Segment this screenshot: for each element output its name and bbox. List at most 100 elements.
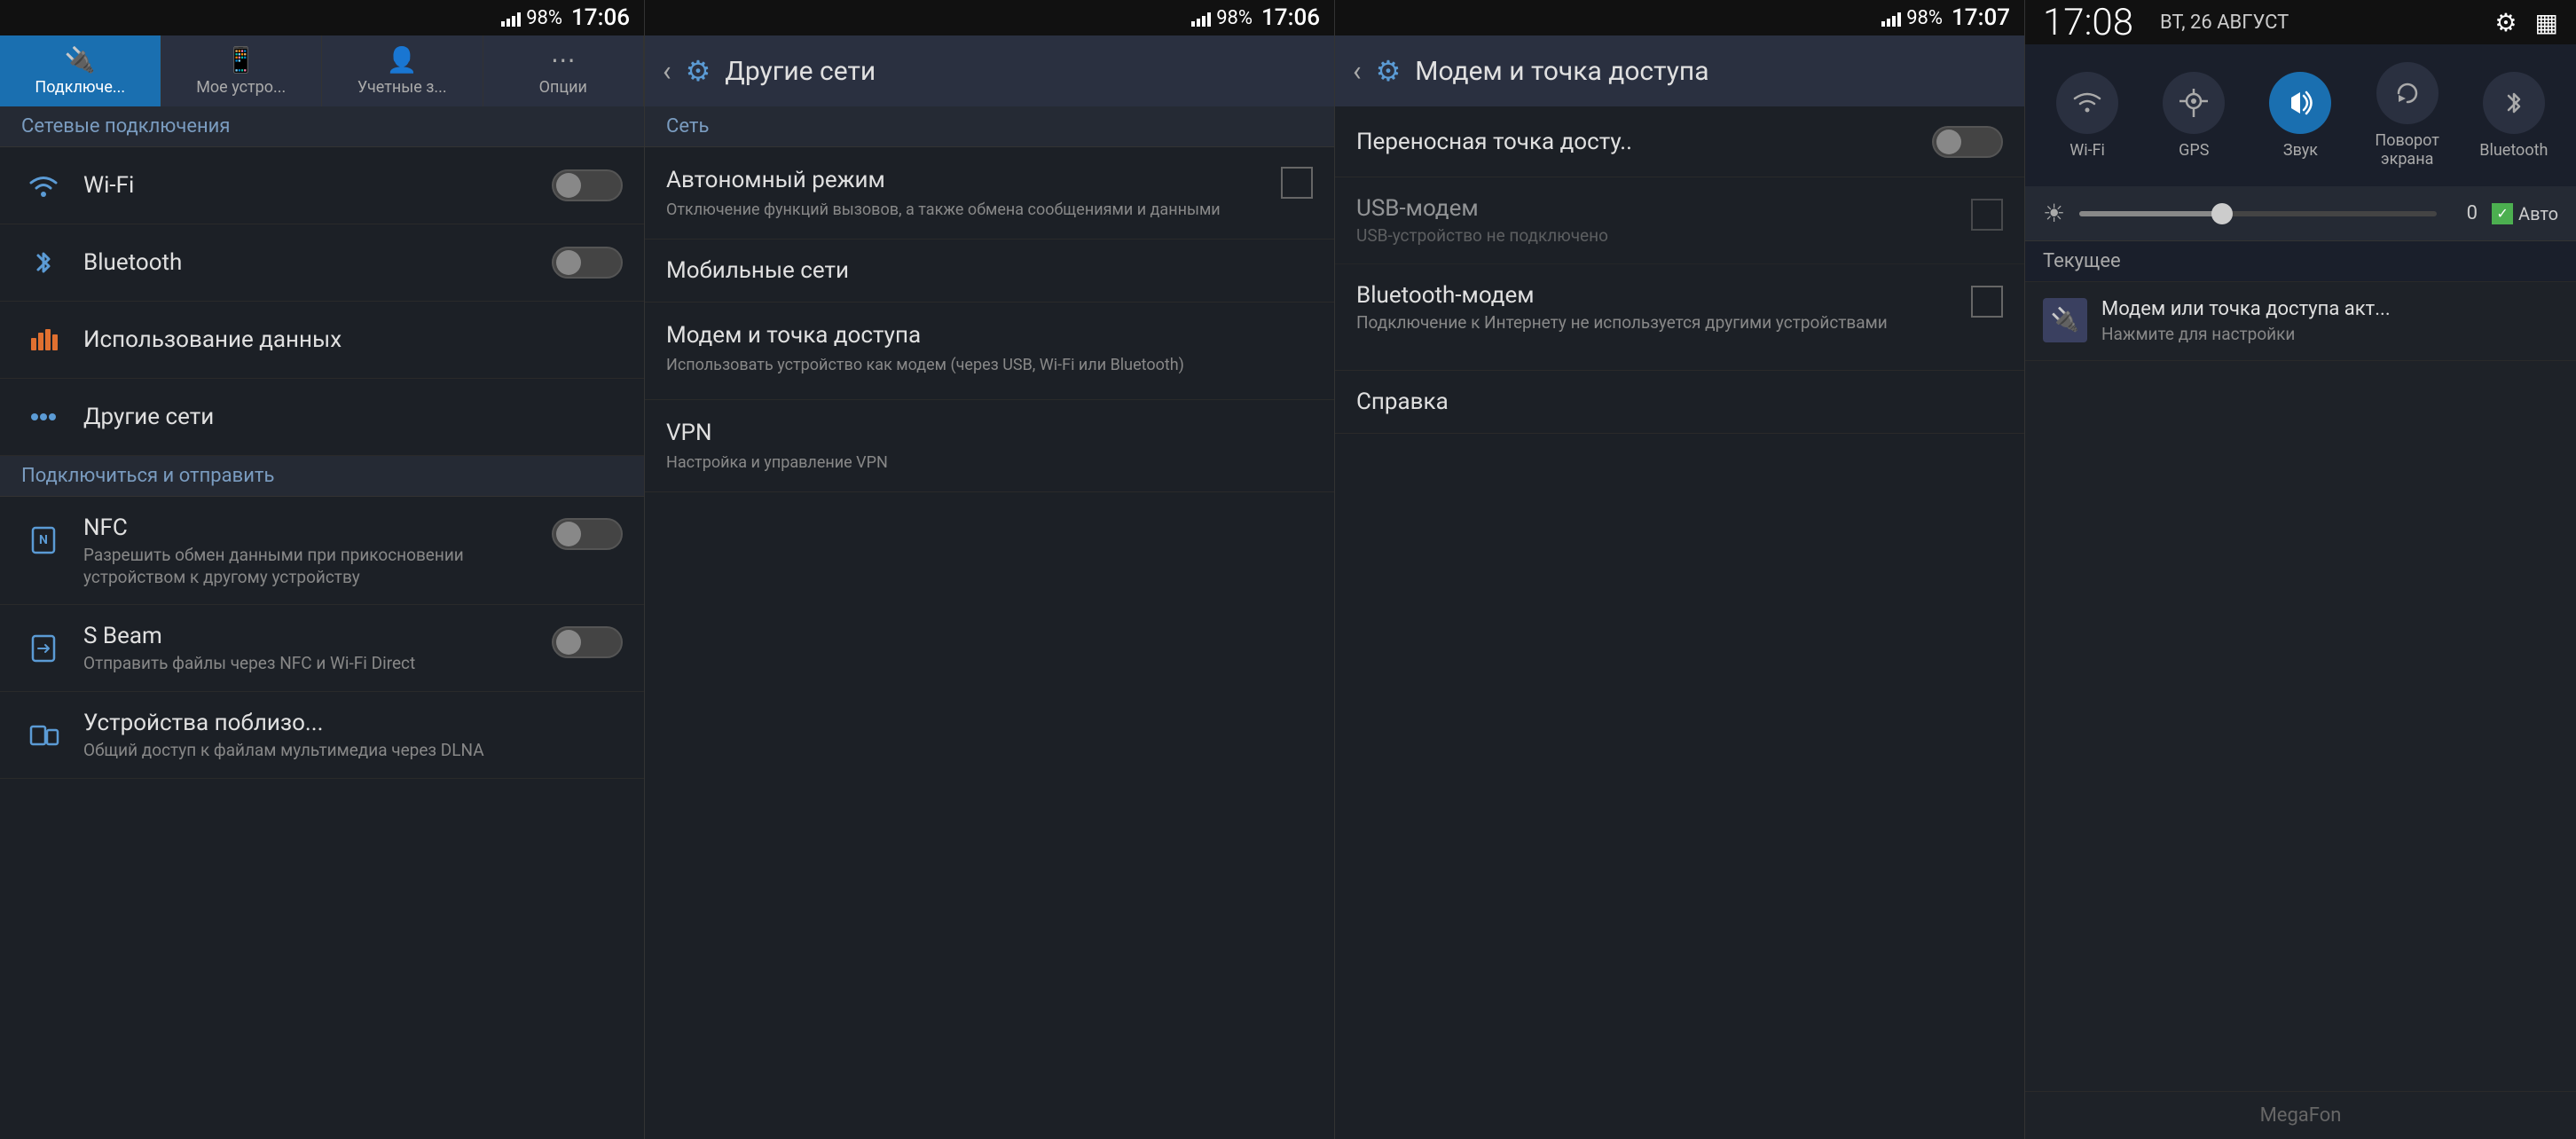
brightness-icon: ☀ [2043,199,2065,228]
setting-bt-modem[interactable]: Bluetooth-модем Подключение к Интернету … [1335,264,2024,371]
usb-modem-checkbox[interactable] [1971,199,2003,231]
time-2: 17:06 [1261,4,1320,31]
signal-icon-2 [1191,9,1211,27]
modem-subtitle: Использовать устройство как модем (через… [666,354,1313,376]
notif-modem-content: Модем или точка доступа акт... Нажмите д… [2101,298,2558,344]
setting-data-usage[interactable]: Использование данных [0,302,644,379]
quick-gps-icon [2163,72,2225,134]
setting-usb-modem[interactable]: USB-модем USB-устройство не подключено [1335,177,2024,264]
tab-options[interactable]: ⋯ Опции [483,35,645,106]
status-icons-2: 98% [1191,7,1253,29]
data-usage-icon [21,318,66,362]
sbeam-toggle-knob [556,630,581,655]
setting-other-networks[interactable]: Другие сети [0,379,644,456]
list-item-mobile[interactable]: Мобильные сети [645,240,1334,302]
wifi-text: Wi-Fi [83,172,552,199]
panel-modem-hotspot: 98% 17:07 ‹ ⚙ Модем и точка доступа Пере… [1334,0,2024,1139]
hotspot-toggle-knob [1936,130,1961,154]
airplane-checkbox[interactable] [1281,167,1313,199]
tab-connections[interactable]: 🔌 Подключе... [0,35,161,106]
panel3-header: ‹ ⚙ Модем и точка доступа [1335,35,2024,106]
status-icons-3: 98% [1881,7,1943,29]
accounts-icon: 👤 [387,45,418,75]
list-item-airplane[interactable]: Автономный режим Отключение функций вызо… [645,147,1334,240]
back-arrow-3[interactable]: ‹ [1353,54,1362,88]
nearby-text: Устройства поблизо... Общий доступ к фай… [83,710,623,762]
setting-sbeam[interactable]: S Beam Отправить файлы через NFC и Wi-Fi… [0,605,644,692]
quick-tile-bluetooth[interactable]: Bluetooth [2470,72,2558,160]
airplane-subtitle: Отключение функций вызовов, а также обме… [666,199,1281,221]
panel2-title: Другие сети [725,56,876,87]
setting-hotspot[interactable]: Переносная точка досту.. [1335,106,2024,177]
nearby-icon [21,713,66,758]
setting-nfc[interactable]: N NFC Разрешить обмен данными при прикос… [0,497,644,605]
nfc-subtitle: Разрешить обмен данными при прикосновени… [83,545,552,588]
usb-modem-title: USB-модем [1356,195,1971,222]
setting-bluetooth[interactable]: Bluetooth [0,224,644,302]
mobile-content: Мобильные сети [666,257,1313,284]
nfc-toggle-knob [556,522,581,546]
carrier-bar: MegaFon [2025,1091,2576,1139]
brightness-thumb[interactable] [2211,203,2233,224]
bt-modem-checkbox[interactable] [1971,286,2003,318]
list-item-modem[interactable]: Модем и точка доступа Использовать устро… [645,302,1334,400]
mydevice-icon: 📱 [225,45,256,75]
bluetooth-toggle[interactable] [552,247,623,279]
hotspot-text: Переносная точка досту.. [1356,129,1932,155]
panel3-list: Переносная точка досту.. USB-модем USB-у… [1335,106,2024,1139]
hotspot-title: Переносная точка досту.. [1356,129,1932,155]
tab-accounts-label: Учетные з... [357,78,447,97]
connections-icon: 🔌 [65,45,96,75]
nearby-title: Устройства поблизо... [83,710,623,736]
bluetooth-title: Bluetooth [83,249,552,276]
brightness-fill [2079,211,2222,216]
status-bar-3: 98% 17:07 [1335,0,2024,35]
panel4-status: 17:08 ВТ, 26 АВГУСТ ⚙ ▦ [2025,0,2576,44]
notification-section-header: Текущее [2025,241,2576,282]
panel4-date: ВТ, 26 АВГУСТ [2160,12,2289,34]
tab-options-label: Опции [539,78,587,97]
panel4-status-icons: ⚙ ▦ [2494,8,2558,37]
signal-icon [501,9,521,27]
notif-usb-icon: 🔌 [2043,298,2087,342]
panel4-time: 17:08 [2043,1,2133,44]
wifi-toggle[interactable] [552,169,623,201]
notif-modem-title: Модем или точка доступа акт... [2101,298,2558,320]
sbeam-toggle[interactable] [552,626,623,658]
grid-icon[interactable]: ▦ [2535,8,2558,37]
data-usage-title: Использование данных [83,326,623,353]
bluetooth-text: Bluetooth [83,249,552,276]
brightness-auto[interactable]: ✓ Авто [2492,203,2558,224]
nfc-text: NFC Разрешить обмен данными при прикосно… [83,515,552,588]
quick-tile-sound[interactable]: Звук [2256,72,2344,160]
tab-mydevice[interactable]: 📱 Мое устро... [161,35,323,106]
setting-wifi[interactable]: Wi-Fi [0,147,644,224]
list-item-vpn[interactable]: VPN Настройка и управление VPN [645,400,1334,492]
airplane-content: Автономный режим Отключение функций вызо… [666,167,1281,221]
battery-pct-3: 98% [1906,7,1943,29]
status-bar-1: 98% 17:06 [0,0,644,35]
tab-mydevice-label: Мое устро... [196,78,286,97]
hotspot-toggle[interactable] [1932,126,2003,158]
panel2-header: ‹ ⚙ Другие сети [645,35,1334,106]
back-arrow-2[interactable]: ‹ [663,54,671,88]
other-networks-icon [21,395,66,439]
notif-modem-subtitle: Нажмите для настройки [2101,324,2558,344]
signal-icon-3 [1881,9,1901,27]
options-icon: ⋯ [551,45,576,75]
notification-item-modem[interactable]: 🔌 Модем или точка доступа акт... Нажмите… [2025,282,2576,361]
panel2-list: Автономный режим Отключение функций вызо… [645,147,1334,1139]
quick-rotate-label: Поворот экрана [2363,131,2452,169]
setting-nearby[interactable]: Устройства поблизо... Общий доступ к фай… [0,692,644,779]
settings-gear-icon[interactable]: ⚙ [2494,8,2517,37]
list-item-help[interactable]: Справка [1335,371,2024,434]
settings-icon-3: ⚙ [1376,54,1402,88]
quick-tile-gps[interactable]: GPS [2149,72,2238,160]
auto-label: Авто [2518,203,2558,224]
brightness-slider[interactable] [2079,211,2437,216]
nfc-icon: N [21,518,66,562]
tab-accounts[interactable]: 👤 Учетные з... [322,35,483,106]
nfc-toggle[interactable] [552,518,623,550]
quick-tile-wifi[interactable]: Wi-Fi [2043,72,2132,160]
quick-tile-rotate[interactable]: Поворот экрана [2363,62,2452,169]
